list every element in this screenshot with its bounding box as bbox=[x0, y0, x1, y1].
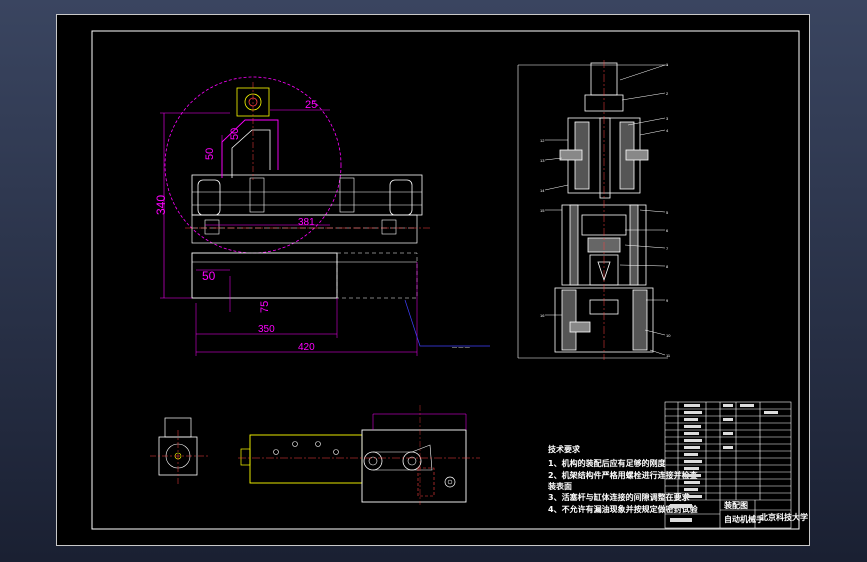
svg-text:2: 2 bbox=[666, 91, 669, 96]
svg-text:12: 12 bbox=[540, 138, 545, 143]
leader-line bbox=[404, 299, 490, 347]
gripper-body bbox=[361, 429, 467, 503]
svg-text:14: 14 bbox=[540, 188, 545, 193]
tech-line-1: 1、机构的装配后应有足够的刚度 bbox=[548, 458, 667, 468]
svg-text:8: 8 bbox=[666, 264, 669, 269]
dim-350: 350 bbox=[258, 324, 275, 335]
title-drawing-type: 装配图 bbox=[723, 500, 748, 510]
wheel-right bbox=[389, 179, 413, 216]
pivot-right-icon bbox=[402, 451, 422, 471]
dim-25: 25 bbox=[305, 99, 317, 111]
cad-drawing: — — — 25 50 50 340 381 50 75 350 420 1 2… bbox=[91, 30, 808, 530]
pivot-left-icon bbox=[363, 451, 383, 471]
carriage-frame bbox=[191, 174, 423, 216]
tech-title: 技术要求 bbox=[548, 444, 581, 454]
svg-text:4: 4 bbox=[666, 128, 669, 133]
title-drawing-name: 自动机械手 bbox=[724, 514, 764, 524]
svg-text:11: 11 bbox=[666, 353, 671, 358]
svg-text:13: 13 bbox=[540, 158, 545, 163]
svg-text:10: 10 bbox=[666, 333, 671, 338]
svg-text:3: 3 bbox=[666, 116, 669, 121]
tech-line-3: 3、活塞杆与缸体连接的间隙调整在要求 bbox=[548, 492, 691, 502]
dim-50-base: 50 bbox=[202, 269, 216, 283]
dim-50-arm: 50 bbox=[204, 148, 216, 160]
plan-view bbox=[238, 405, 480, 505]
svg-text:1: 1 bbox=[666, 62, 669, 67]
svg-text:6: 6 bbox=[666, 228, 669, 233]
dim-381: 381 bbox=[298, 217, 315, 228]
dim-420: 420 bbox=[298, 342, 315, 353]
end-view bbox=[150, 417, 210, 484]
dim-340: 340 bbox=[154, 195, 168, 215]
dim-50-top: 50 bbox=[229, 128, 241, 140]
tech-line-2: 2、机架结构件严格用螺栓进行连接并检查 bbox=[548, 470, 699, 480]
svg-text:15: 15 bbox=[540, 208, 545, 213]
tech-line-2b: 装表面 bbox=[547, 481, 572, 491]
cylinder-yellow bbox=[249, 434, 363, 484]
svg-text:— — —: — — — bbox=[452, 345, 470, 351]
svg-text:16: 16 bbox=[540, 313, 545, 318]
dim-75: 75 bbox=[259, 301, 271, 313]
svg-text:5: 5 bbox=[666, 210, 669, 215]
svg-text:7: 7 bbox=[666, 246, 669, 251]
wheel-left bbox=[197, 179, 221, 216]
title-school: 北京科技大学 bbox=[760, 512, 808, 522]
main-view: — — — 25 50 50 340 381 50 75 350 420 bbox=[154, 76, 490, 356]
svg-text:9: 9 bbox=[666, 298, 669, 303]
